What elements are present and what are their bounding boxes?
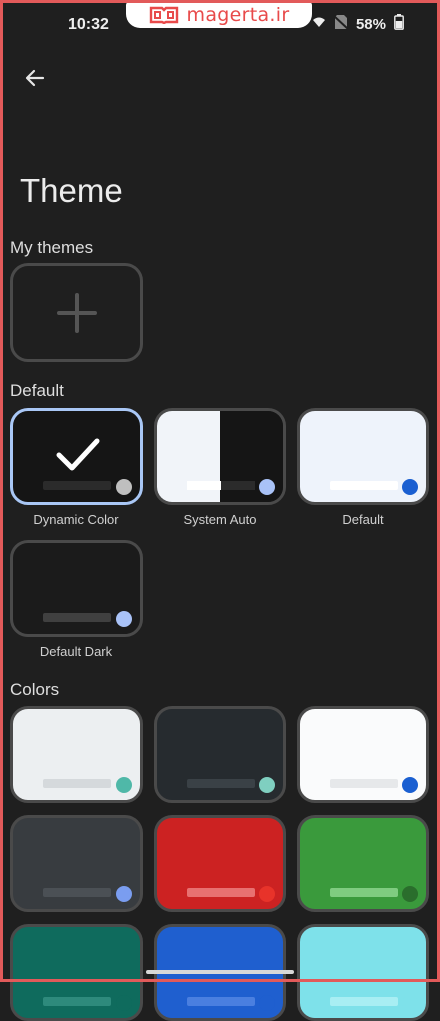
theme-color-dot	[116, 777, 132, 793]
status-icons: 58%	[312, 14, 404, 35]
theme-color-dot	[402, 777, 418, 793]
theme-label-default-dark: Default Dark	[39, 644, 113, 659]
theme-color-dot	[116, 611, 132, 627]
theme-preview-bar	[43, 481, 111, 490]
theme-preview-bar	[330, 997, 398, 1006]
theme-preview-bar	[330, 888, 398, 897]
color-theme-card[interactable]	[154, 706, 286, 803]
color-theme-card[interactable]	[10, 924, 143, 1021]
theme-color-dot	[402, 479, 418, 495]
book-logo-icon	[149, 6, 179, 25]
theme-card-default[interactable]	[297, 408, 429, 505]
section-title-colors: Colors	[10, 680, 60, 699]
theme-card-system-auto[interactable]	[154, 408, 286, 505]
theme-card-default-dark[interactable]	[10, 540, 143, 637]
checkmark-icon	[56, 438, 100, 471]
theme-preview-bar	[330, 779, 398, 788]
theme-color-dot	[259, 995, 275, 1011]
wifi-icon	[312, 15, 326, 34]
back-button[interactable]	[20, 63, 50, 93]
color-theme-card[interactable]	[10, 706, 143, 803]
battery-percent: 58%	[355, 16, 386, 33]
color-theme-card[interactable]	[297, 706, 429, 803]
add-theme-button[interactable]	[10, 263, 143, 362]
color-theme-card[interactable]	[10, 815, 143, 912]
theme-preview-bar-dark	[221, 481, 255, 490]
theme-color-dot	[402, 995, 418, 1011]
theme-preview-bar	[187, 888, 255, 897]
theme-color-dot	[116, 886, 132, 902]
watermark: magerta.ir	[126, 2, 312, 28]
color-theme-card[interactable]	[297, 815, 429, 912]
theme-label-dynamic-color: Dynamic Color	[33, 512, 119, 527]
theme-preview-bar	[330, 481, 398, 490]
plus-icon	[56, 292, 97, 333]
watermark-text: magerta.ir	[186, 4, 290, 26]
theme-card-dynamic-color[interactable]	[10, 408, 143, 505]
theme-preview-bar	[43, 613, 111, 622]
theme-preview-bar	[43, 779, 111, 788]
section-title-my-themes: My themes	[10, 238, 94, 257]
arrow-back-icon	[25, 69, 45, 87]
theme-preview-bar	[187, 779, 255, 788]
page-title: Theme	[20, 172, 123, 209]
theme-color-dot	[259, 479, 275, 495]
theme-preview-bar	[43, 888, 111, 897]
theme-label-system-auto: System Auto	[183, 512, 257, 527]
battery-icon	[394, 14, 404, 35]
theme-color-dot	[402, 886, 418, 902]
status-bar: 10:32 magerta.ir 58%	[0, 0, 440, 50]
color-theme-card[interactable]	[154, 815, 286, 912]
theme-color-dot	[259, 886, 275, 902]
color-theme-card[interactable]	[297, 924, 429, 1021]
section-title-default: Default	[10, 381, 64, 400]
theme-label-default: Default	[342, 512, 384, 527]
theme-preview-bar-light	[187, 481, 221, 490]
theme-color-dot	[259, 777, 275, 793]
theme-preview-bar	[187, 997, 255, 1006]
no-sim-icon	[333, 14, 349, 35]
home-indicator	[146, 970, 294, 974]
theme-color-dot	[116, 479, 132, 495]
theme-preview-bar	[43, 997, 111, 1006]
status-time: 10:32	[68, 16, 109, 33]
theme-color-dot	[116, 995, 132, 1011]
